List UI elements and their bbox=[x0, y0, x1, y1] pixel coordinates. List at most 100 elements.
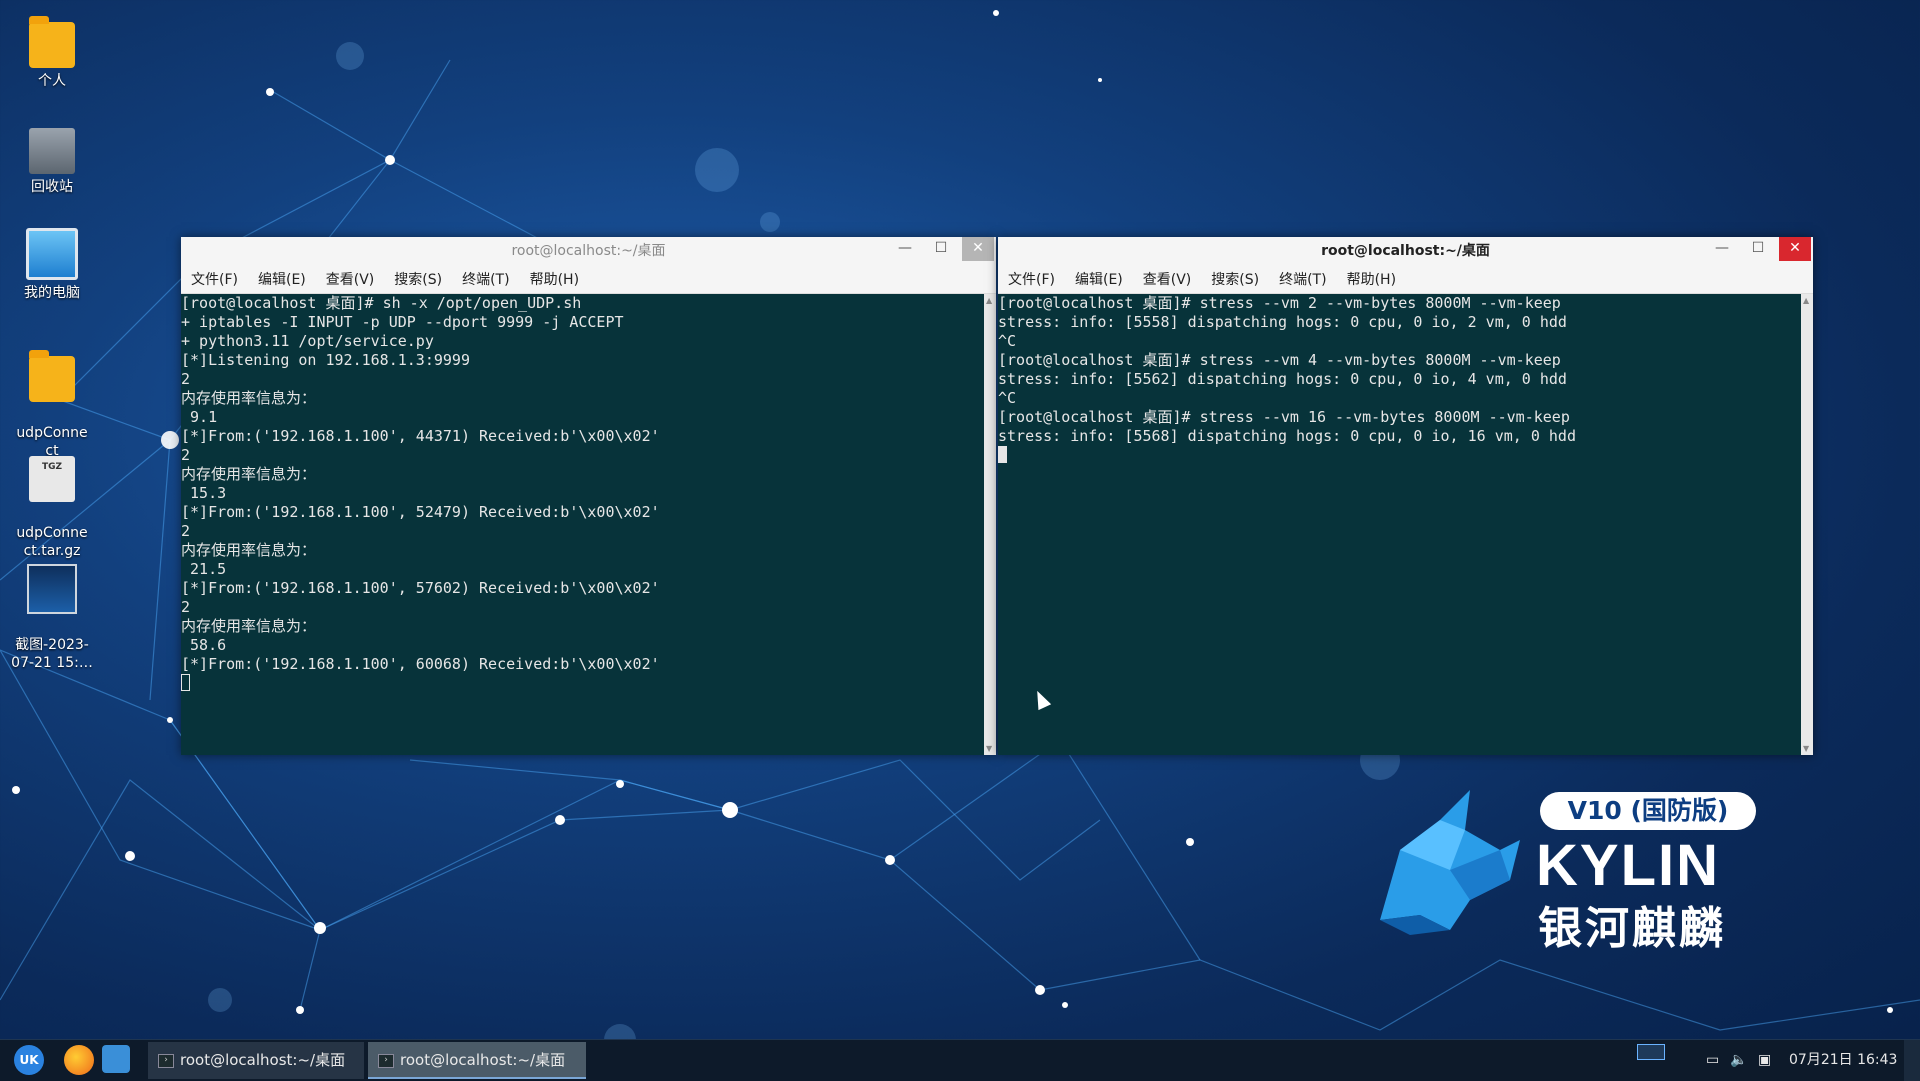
terminal-line: stress: info: [5562] dispatching hogs: 0… bbox=[998, 370, 1567, 388]
menu-view[interactable]: 查看(V) bbox=[316, 265, 385, 295]
file-manager-launcher-icon[interactable] bbox=[102, 1045, 130, 1073]
menu-edit[interactable]: 编辑(E) bbox=[1065, 265, 1133, 295]
terminal-line: [root@localhost 桌面]# stress --vm 2 --vm-… bbox=[998, 294, 1561, 312]
terminal-line: [root@localhost 桌面]# sh -x /opt/open_UDP… bbox=[181, 294, 582, 312]
window-titlebar[interactable]: root@localhost:~/桌面 — ☐ ✕ bbox=[998, 237, 1813, 265]
terminal-line: 15.3 bbox=[181, 484, 227, 502]
computer-icon bbox=[26, 228, 78, 280]
terminal-window-right[interactable]: root@localhost:~/桌面 — ☐ ✕ 文件(F) 编辑(E) 查看(V… bbox=[998, 237, 1813, 755]
desktop-icon-label: 回收站 bbox=[31, 179, 73, 195]
terminal-line: [*]From:('192.168.1.100', 60068) Receive… bbox=[181, 655, 660, 673]
trash-icon bbox=[29, 128, 75, 174]
menu-file[interactable]: 文件(F) bbox=[998, 265, 1065, 295]
terminal-window-left[interactable]: root@localhost:~/桌面 — ☐ ✕ 文件(F) 编辑(E) 查看(V… bbox=[181, 237, 996, 755]
menu-help[interactable]: 帮助(H) bbox=[1337, 265, 1406, 295]
start-menu-button[interactable]: UK bbox=[14, 1045, 44, 1075]
terminal-icon: › bbox=[378, 1054, 394, 1068]
scrollbar[interactable]: ▲ ▼ bbox=[1801, 294, 1813, 755]
taskbar-button-label: root@localhost:~/桌面 bbox=[400, 1051, 566, 1069]
brand-name: KYLIN bbox=[1536, 833, 1720, 898]
terminal-line: ^C bbox=[998, 332, 1017, 350]
workspace-switcher-icon[interactable] bbox=[1637, 1044, 1665, 1060]
terminal-line: [root@localhost 桌面]# stress --vm 16 --vm… bbox=[998, 408, 1570, 426]
menu-view[interactable]: 查看(V) bbox=[1133, 265, 1202, 295]
desktop-icon-label: 我的电脑 bbox=[24, 285, 80, 301]
start-menu-label: UK bbox=[19, 1053, 39, 1067]
terminal-line: 2 bbox=[181, 370, 191, 388]
terminal-icon: › bbox=[158, 1054, 174, 1068]
desktop-icon-screenshot[interactable]: 截图-2023- 07-21 15:… bbox=[8, 546, 96, 690]
brand-name-cn: 银河麒麟 bbox=[1538, 903, 1726, 954]
scroll-down-icon[interactable]: ▼ bbox=[1803, 744, 1809, 753]
desktop-icon-label: 个人 bbox=[38, 73, 66, 89]
minimize-button[interactable]: — bbox=[890, 237, 920, 261]
terminal-line: [root@localhost 桌面]# stress --vm 4 --vm-… bbox=[998, 351, 1561, 369]
menu-terminal[interactable]: 终端(T) bbox=[452, 265, 519, 295]
volume-icon[interactable]: 🔈 bbox=[1730, 1040, 1747, 1081]
terminal-line: 内存使用率信息为： bbox=[181, 617, 317, 635]
terminal-line: ^C bbox=[998, 389, 1017, 407]
taskbar-window-button-left[interactable]: › root@localhost:~/桌面 bbox=[148, 1042, 364, 1079]
scrollbar[interactable]: ▲ ▼ bbox=[984, 294, 996, 755]
terminal-cursor-line bbox=[998, 446, 1801, 465]
terminal-line: 内存使用率信息为： bbox=[181, 389, 317, 407]
clock[interactable]: 07月21日 16:43 bbox=[1789, 1040, 1897, 1081]
terminal-line: [*]From:('192.168.1.100', 52479) Receive… bbox=[181, 503, 660, 521]
terminal-line: + python3.11 /opt/service.py bbox=[181, 332, 434, 350]
text-cursor-icon bbox=[998, 446, 1007, 463]
window-titlebar[interactable]: root@localhost:~/桌面 — ☐ ✕ bbox=[181, 237, 996, 265]
network-icon[interactable]: ▭ bbox=[1706, 1040, 1719, 1081]
terminal-line: [*]From:('192.168.1.100', 57602) Receive… bbox=[181, 579, 660, 597]
show-desktop-button[interactable] bbox=[1904, 1040, 1920, 1081]
window-title: root@localhost:~/桌面 bbox=[511, 243, 666, 259]
menubar: 文件(F) 编辑(E) 查看(V) 搜索(S) 终端(T) 帮助(H) bbox=[998, 265, 1813, 294]
terminal-line: 内存使用率信息为： bbox=[181, 541, 317, 559]
firefox-launcher-icon[interactable] bbox=[64, 1045, 94, 1075]
maximize-button[interactable]: ☐ bbox=[926, 237, 956, 261]
archive-icon: TGZ bbox=[29, 456, 75, 502]
qilin-emblem-icon bbox=[1380, 790, 1520, 935]
desktop-icon-label: 截图-2023- 07-21 15:… bbox=[11, 637, 93, 671]
folder-icon bbox=[29, 16, 75, 68]
close-button[interactable]: ✕ bbox=[1779, 237, 1811, 261]
terminal-line: 2 bbox=[181, 522, 191, 540]
terminal-line: 内存使用率信息为： bbox=[181, 465, 317, 483]
menu-search[interactable]: 搜索(S) bbox=[1201, 265, 1269, 295]
terminal-line: 58.6 bbox=[181, 636, 227, 654]
menu-terminal[interactable]: 终端(T) bbox=[1269, 265, 1336, 295]
terminal-line: + iptables -I INPUT -p UDP --dport 9999 … bbox=[181, 313, 624, 331]
taskbar: UK › root@localhost:~/桌面 › root@localhos… bbox=[0, 1039, 1920, 1081]
menubar: 文件(F) 编辑(E) 查看(V) 搜索(S) 终端(T) 帮助(H) bbox=[181, 265, 996, 294]
menu-help[interactable]: 帮助(H) bbox=[520, 265, 589, 295]
terminal-line: [*]From:('192.168.1.100', 44371) Receive… bbox=[181, 427, 660, 445]
terminal-line: 2 bbox=[181, 446, 191, 464]
scroll-up-icon[interactable]: ▲ bbox=[1803, 296, 1809, 305]
image-icon bbox=[27, 564, 77, 614]
maximize-button[interactable]: ☐ bbox=[1743, 237, 1773, 261]
desktop-icon-trash[interactable]: 回收站 bbox=[8, 128, 96, 196]
terminal-line: stress: info: [5568] dispatching hogs: 0… bbox=[998, 427, 1576, 445]
scroll-down-icon[interactable]: ▼ bbox=[986, 744, 992, 753]
edition-badge: V10 (国防版) bbox=[1540, 792, 1756, 830]
menu-edit[interactable]: 编辑(E) bbox=[248, 265, 316, 295]
display-icon[interactable]: ▣ bbox=[1758, 1040, 1771, 1081]
terminal-output[interactable]: [root@localhost 桌面]# sh -x /opt/open_UDP… bbox=[181, 294, 984, 755]
text-cursor-icon bbox=[181, 674, 190, 691]
menu-file[interactable]: 文件(F) bbox=[181, 265, 248, 295]
scroll-up-icon[interactable]: ▲ bbox=[986, 296, 992, 305]
terminal-line: 2 bbox=[181, 598, 191, 616]
window-title: root@localhost:~/桌面 bbox=[1321, 243, 1490, 259]
terminal-cursor-line bbox=[181, 674, 984, 693]
taskbar-button-label: root@localhost:~/桌面 bbox=[180, 1051, 346, 1069]
terminal-line: 9.1 bbox=[181, 408, 218, 426]
terminal-output[interactable]: [root@localhost 桌面]# stress --vm 2 --vm-… bbox=[998, 294, 1801, 755]
minimize-button[interactable]: — bbox=[1707, 237, 1737, 261]
desktop-icon-personal[interactable]: 个人 bbox=[8, 16, 96, 90]
menu-search[interactable]: 搜索(S) bbox=[384, 265, 452, 295]
taskbar-window-button-right[interactable]: › root@localhost:~/桌面 bbox=[368, 1042, 586, 1079]
close-button[interactable]: ✕ bbox=[962, 237, 994, 261]
terminal-line: 21.5 bbox=[181, 560, 227, 578]
folder-icon bbox=[29, 350, 75, 402]
desktop-icon-computer[interactable]: 我的电脑 bbox=[8, 228, 96, 302]
kylin-logo: V10 (国防版) KYLIN 银河麒麟 bbox=[1360, 780, 1780, 954]
